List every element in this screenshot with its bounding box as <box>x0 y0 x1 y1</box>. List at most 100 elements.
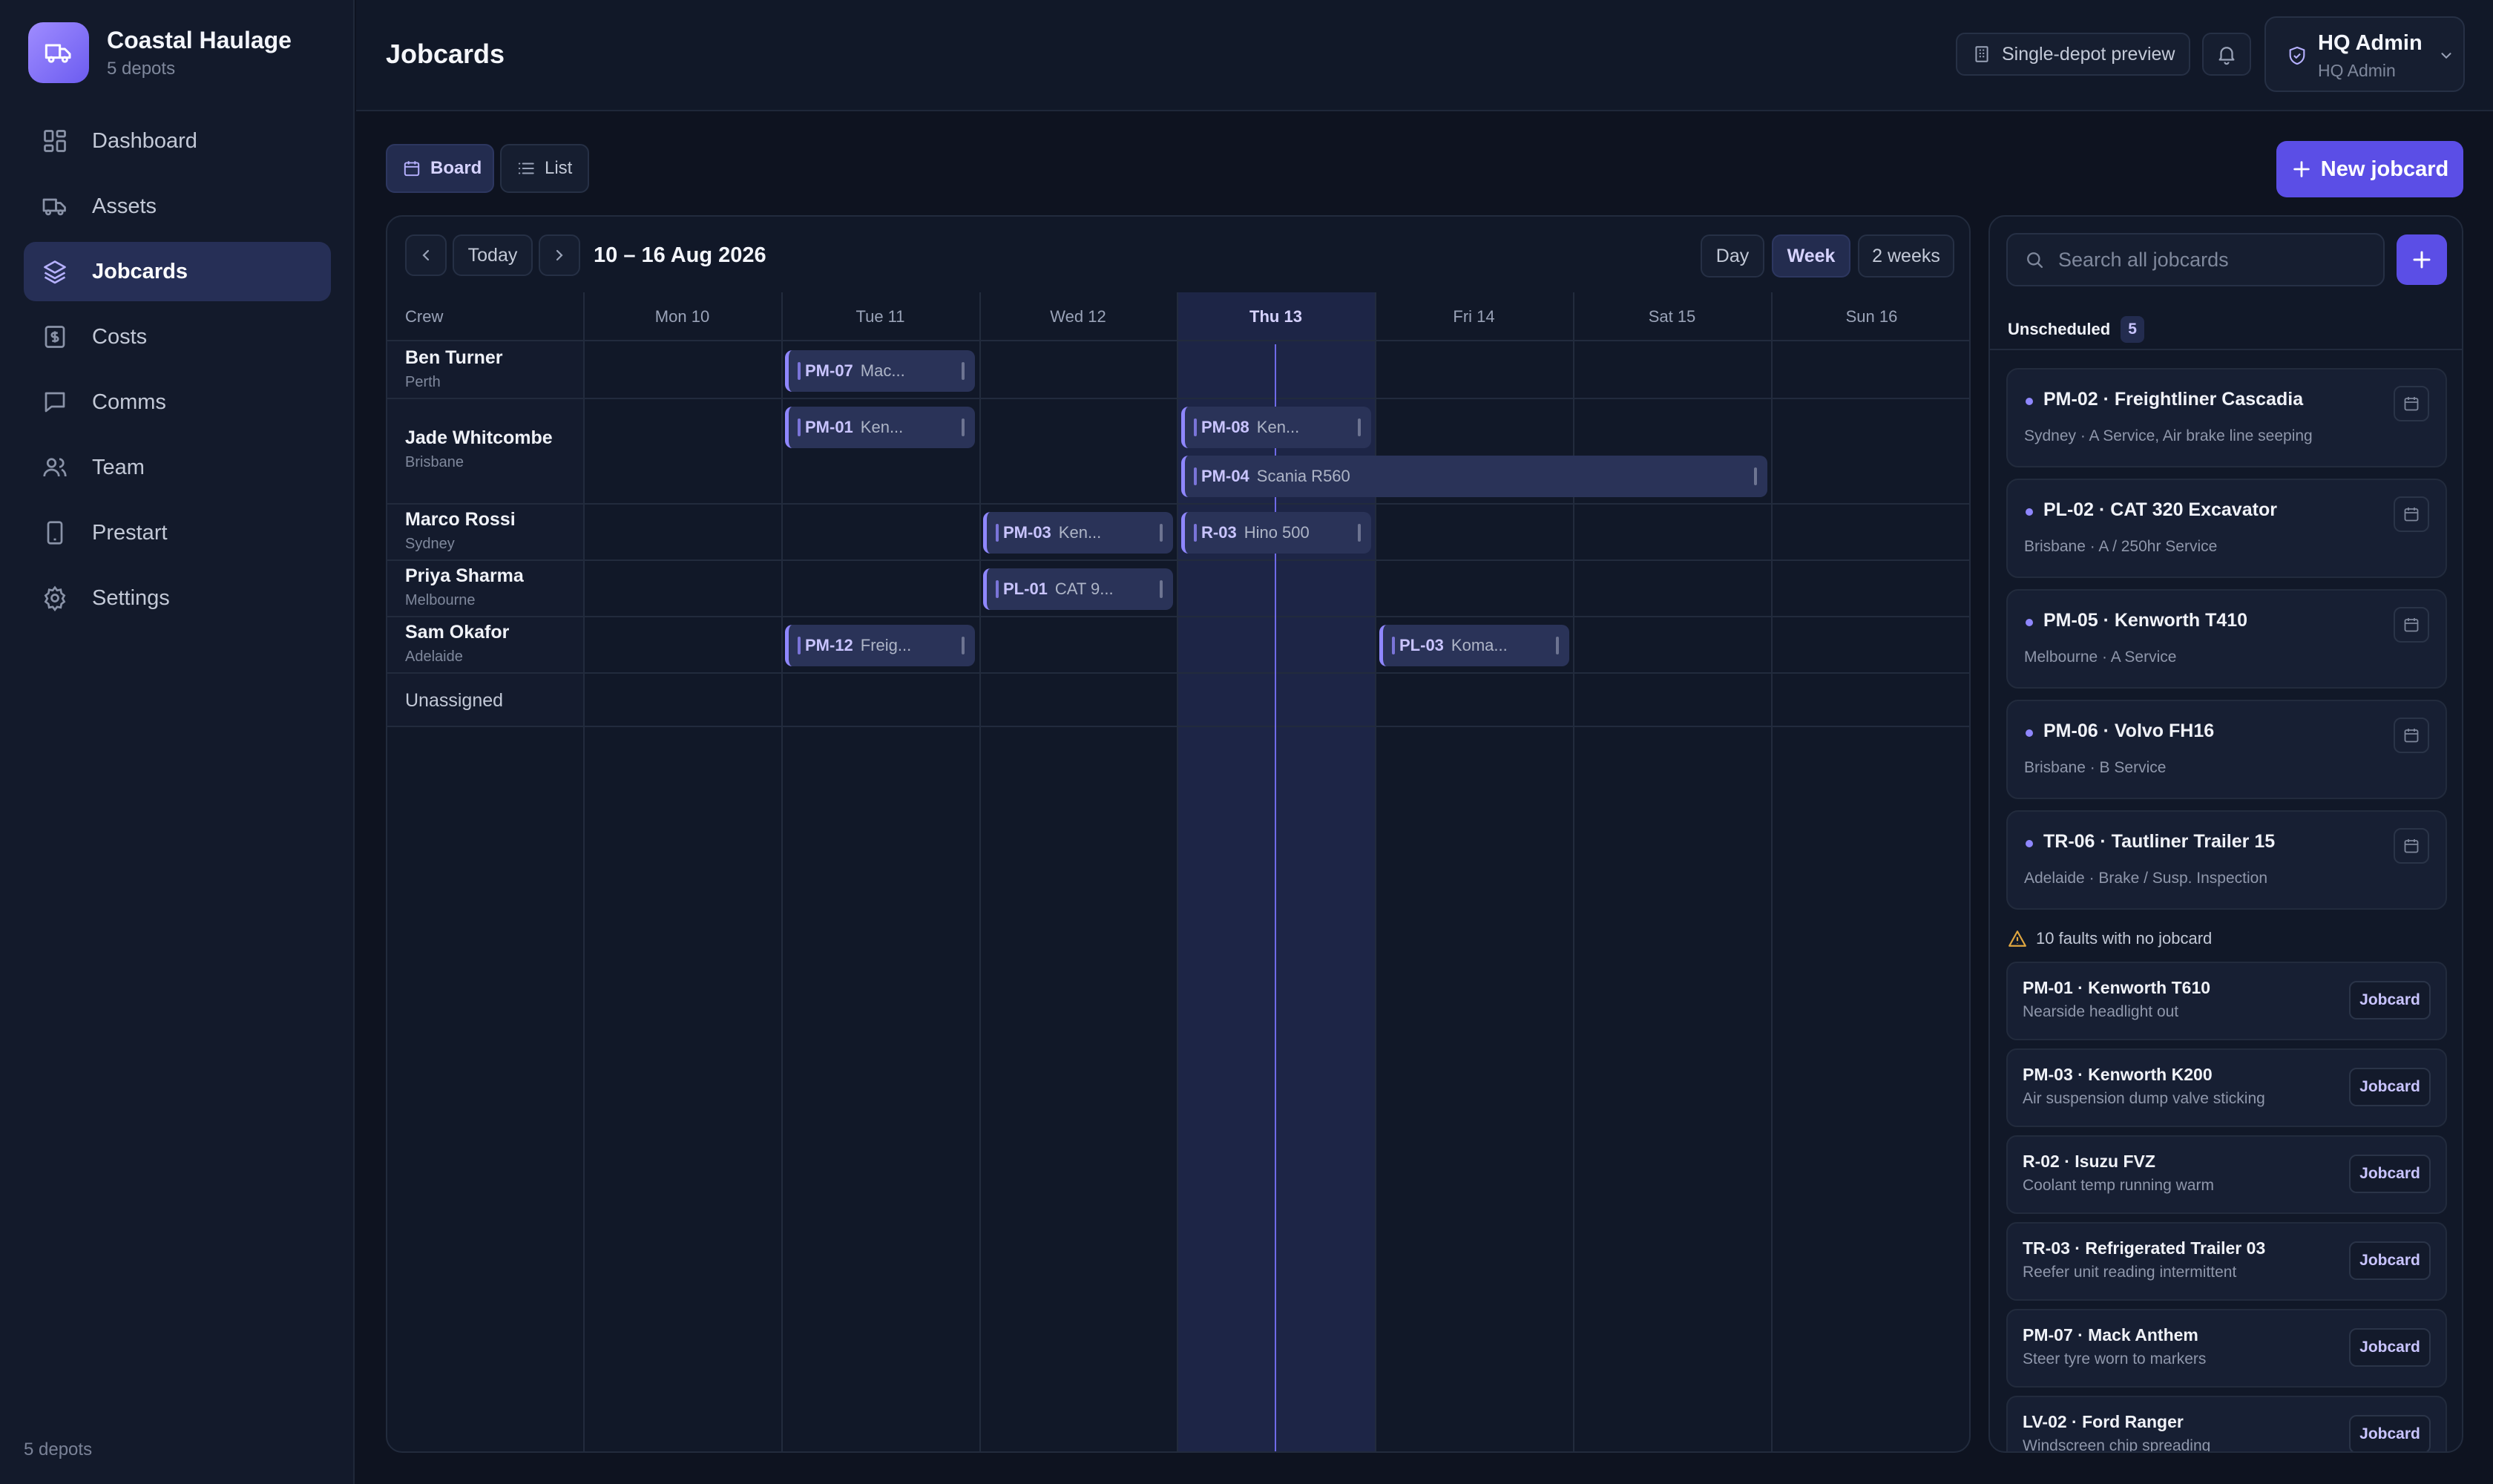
job-block[interactable]: PM-08 Ken... <box>1181 407 1371 448</box>
status-dot <box>2026 619 2033 626</box>
column-divider <box>979 292 981 1451</box>
fault-title: PM-07 · Mack Anthem <box>2023 1325 2198 1345</box>
page-title: Jobcards <box>386 39 505 69</box>
crew-column-header: Crew <box>405 307 444 326</box>
user-menu[interactable]: HQ Admin HQ Admin <box>2264 16 2465 92</box>
unscheduled-card[interactable]: PM-06 · Volvo FH16 Brisbane · B Service <box>2006 700 2447 799</box>
unscheduled-card[interactable]: PL-02 · CAT 320 Excavator Brisbane · A /… <box>2006 479 2447 578</box>
unscheduled-card[interactable]: PM-05 · Kenworth T410 Melbourne · A Serv… <box>2006 589 2447 689</box>
previous-week-button[interactable] <box>405 234 447 276</box>
resize-handle[interactable] <box>1358 418 1361 436</box>
chevron-right-icon <box>556 249 563 261</box>
sidebar-item-prestart[interactable]: Prestart <box>24 503 331 562</box>
column-divider <box>781 292 783 1451</box>
new-jobcard-button[interactable]: New jobcard <box>2276 141 2463 197</box>
card-subtitle: Adelaide · Brake / Susp. Inspection <box>2024 870 2268 887</box>
single-depot-preview-label: Single-depot preview <box>2002 43 2175 65</box>
crew-name: Marco Rossi <box>405 509 516 530</box>
resize-handle[interactable] <box>1556 637 1559 654</box>
row-divider <box>387 616 1969 617</box>
next-week-button[interactable] <box>539 234 580 276</box>
chevron-left-icon <box>422 249 430 261</box>
single-depot-preview-button[interactable]: Single-depot preview <box>1956 33 2190 76</box>
create-jobcard-button[interactable]: Jobcard <box>2349 1241 2431 1280</box>
job-block[interactable]: PL-01 CAT 9... <box>983 568 1173 610</box>
sidebar-item-label: Assets <box>92 194 157 218</box>
card-title: PL-02 · CAT 320 Excavator <box>2043 499 2277 520</box>
job-block[interactable]: PM-01 Ken... <box>785 407 975 448</box>
sidebar-item-assets[interactable]: Assets <box>24 177 331 236</box>
sidebar-item-label: Team <box>92 455 145 479</box>
job-asset: Mac... <box>860 361 905 380</box>
job-block[interactable]: PM-12 Freig... <box>785 625 975 666</box>
fault-title: TR-03 · Refrigerated Trailer 03 <box>2023 1238 2266 1258</box>
dashboard-icon <box>44 130 66 152</box>
job-block[interactable]: PM-07 Mac... <box>785 350 975 392</box>
job-code: R-03 <box>1201 523 1237 542</box>
job-block[interactable]: PM-04 Scania R560 <box>1181 456 1767 497</box>
unscheduled-card[interactable]: TR-06 · Tautliner Trailer 15 Adelaide · … <box>2006 810 2447 910</box>
schedule-button[interactable] <box>2394 718 2429 753</box>
resize-handle[interactable] <box>1358 524 1361 542</box>
fault-title: PM-03 · Kenworth K200 <box>2023 1065 2213 1084</box>
day-header: Fri 14 <box>1453 307 1495 326</box>
resize-handle[interactable] <box>962 362 965 380</box>
fault-card: R-02 · Isuzu FVZ Coolant temp running wa… <box>2006 1135 2447 1214</box>
job-asset: Freig... <box>860 636 912 654</box>
add-jobcard-button[interactable] <box>2397 234 2447 285</box>
fault-title: R-02 · Isuzu FVZ <box>2023 1152 2155 1171</box>
resize-handle[interactable] <box>962 418 965 436</box>
sidebar-item-costs[interactable]: Costs <box>24 307 331 367</box>
column-divider <box>1177 292 1178 1451</box>
sidebar-item-settings[interactable]: Settings <box>24 568 331 628</box>
create-jobcard-button[interactable]: Jobcard <box>2349 1155 2431 1193</box>
resize-handle[interactable] <box>962 637 965 654</box>
job-block[interactable]: PL-03 Koma... <box>1379 625 1569 666</box>
resize-handle[interactable] <box>1160 580 1163 598</box>
week-range-button[interactable]: Week <box>1772 234 1850 278</box>
column-divider <box>583 292 585 1451</box>
two-weeks-range-button[interactable]: 2 weeks <box>1858 234 1954 278</box>
fault-description: Coolant temp running warm <box>2023 1177 2214 1194</box>
notifications-button[interactable] <box>2202 33 2251 76</box>
job-asset: Koma... <box>1451 636 1508 654</box>
divider <box>1990 349 2462 350</box>
fault-description: Windscreen chip spreading <box>2023 1437 2211 1453</box>
list-view-button[interactable]: List <box>500 144 589 193</box>
resize-handle[interactable] <box>1160 524 1163 542</box>
today-button[interactable]: Today <box>453 234 533 276</box>
brand[interactable]: Coastal Haulage 5 depots <box>28 22 292 83</box>
job-block[interactable]: R-03 Hino 500 <box>1181 512 1371 554</box>
sidebar-item-label: Prestart <box>92 520 168 545</box>
create-jobcard-button[interactable]: Jobcard <box>2349 1328 2431 1367</box>
schedule-button[interactable] <box>2394 496 2429 532</box>
sidebar-footer: 5 depots <box>24 1439 93 1460</box>
schedule-button[interactable] <box>2394 607 2429 643</box>
schedule-button[interactable] <box>2394 828 2429 864</box>
create-jobcard-button[interactable]: Jobcard <box>2349 981 2431 1020</box>
unscheduled-header: Unscheduled 5 <box>2008 316 2145 343</box>
job-asset: CAT 9... <box>1054 580 1114 598</box>
create-jobcard-button[interactable]: Jobcard <box>2349 1068 2431 1106</box>
sidebar-item-comms[interactable]: Comms <box>24 372 331 432</box>
create-jobcard-button[interactable]: Jobcard <box>2349 1415 2431 1451</box>
sidebar-item-team[interactable]: Team <box>24 438 331 497</box>
card-title: TR-06 · Tautliner Trailer 15 <box>2043 831 2276 852</box>
faults-header: 10 faults with no jobcard <box>2008 929 2212 948</box>
unassigned-row-label: Unassigned <box>405 690 504 711</box>
schedule-button[interactable] <box>2394 386 2429 421</box>
resize-handle[interactable] <box>1754 467 1757 485</box>
unscheduled-card[interactable]: PM-02 · Freightliner Cascadia Sydney · A… <box>2006 368 2447 467</box>
search-input[interactable] <box>2058 248 2370 272</box>
sidebar-item-label: Jobcards <box>92 259 188 283</box>
schedule-board: Today 10 – 16 Aug 2026 Day Week 2 weeks … <box>386 215 1971 1453</box>
sidebar-item-jobcards[interactable]: Jobcards <box>24 242 331 301</box>
crew-name: Sam Okafor <box>405 622 510 643</box>
board-view-button[interactable]: Board <box>386 144 494 193</box>
sidebar-item-dashboard[interactable]: Dashboard <box>24 111 331 171</box>
day-range-button[interactable]: Day <box>1701 234 1764 278</box>
search-box[interactable] <box>2006 233 2385 286</box>
gear-icon <box>44 585 66 611</box>
row-divider <box>387 503 1969 505</box>
job-block[interactable]: PM-03 Ken... <box>983 512 1173 554</box>
